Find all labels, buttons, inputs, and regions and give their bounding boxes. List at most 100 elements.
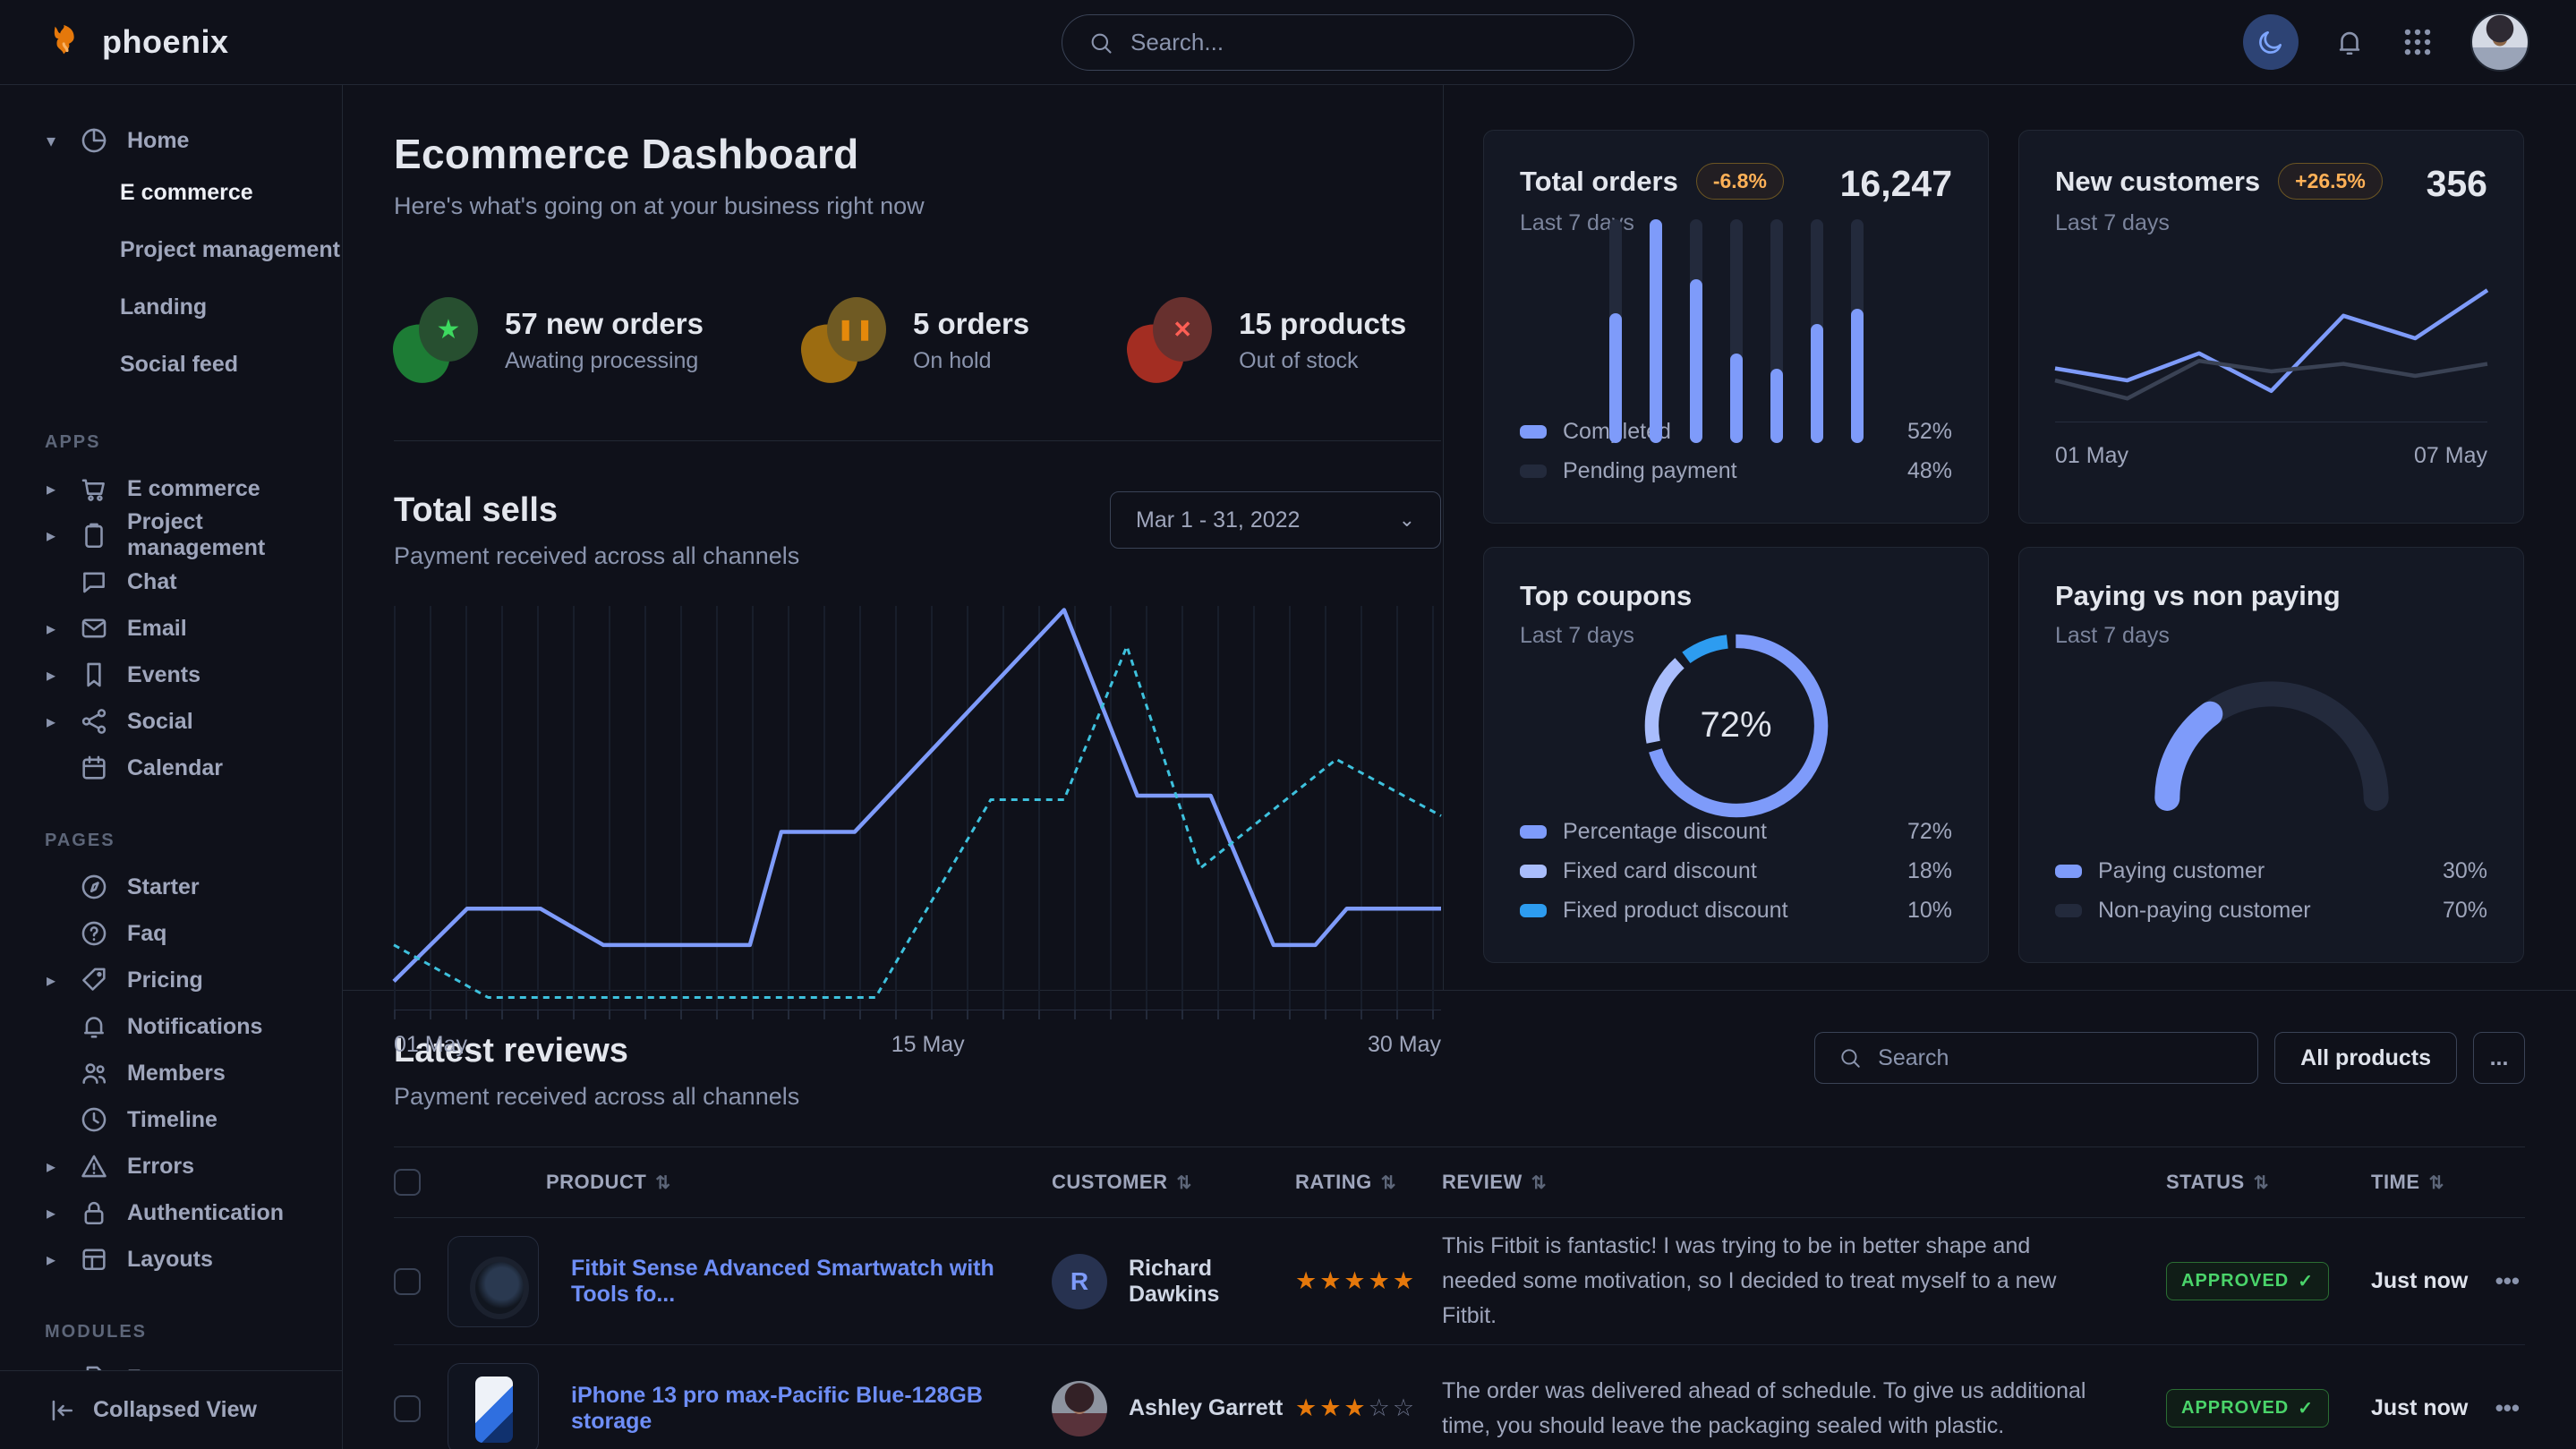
product-link[interactable]: iPhone 13 pro max-Pacific Blue-128GB sto… [571, 1383, 1052, 1435]
card-subtitle: Last 7 days [2055, 210, 2383, 236]
more-options-button[interactable]: ... [2473, 1032, 2525, 1084]
row-checkbox[interactable] [394, 1268, 421, 1295]
product-link[interactable]: Fitbit Sense Advanced Smartwatch with To… [571, 1256, 1052, 1308]
brand-logo[interactable]: phoenix [47, 21, 229, 63]
review-text: This Fitbit is fantastic! I was trying t… [1442, 1229, 2166, 1333]
sidebar-item-label: Errors [127, 1154, 194, 1180]
stat-value: 15 products [1239, 307, 1406, 341]
sidebar-subitem-e-commerce[interactable]: E commerce [0, 164, 342, 221]
notifications-button[interactable] [2334, 24, 2365, 60]
legend-row: Fixed product discount 10% [1520, 891, 1952, 930]
sidebar-item-faq[interactable]: Faq [0, 910, 342, 957]
divider [394, 440, 1441, 441]
paying-legend: Paying customer 30% Non-paying customer … [2055, 851, 2487, 930]
total-sells-chart [394, 606, 1441, 1010]
row-more-button[interactable]: ••• [2481, 1394, 2525, 1422]
reviews-table: PRODUCT⇅ CUSTOMER⇅ RATING⇅ REVIEW⇅ STATU… [394, 1146, 2525, 1449]
legend-swatch [1520, 825, 1547, 839]
sidebar-item-label: Project management [127, 509, 342, 561]
review-time: Just now [2371, 1268, 2481, 1294]
page-title: Ecommerce Dashboard [394, 130, 1443, 178]
order-bar [1650, 219, 1662, 443]
sidebar-item-calendar[interactable]: Calendar [0, 745, 342, 791]
sidebar-item-e-commerce[interactable]: ▸ E commerce [0, 465, 342, 512]
reviews-search-input[interactable] [1878, 1045, 2238, 1071]
global-search[interactable] [1062, 14, 1634, 71]
sidebar-item-pricing[interactable]: ▸ Pricing [0, 957, 342, 1003]
column-header-status[interactable]: STATUS⇅ [2166, 1171, 2371, 1194]
customer-avatar[interactable]: R [1052, 1254, 1107, 1309]
sidebar-section-title: APPS [0, 393, 342, 465]
compass-icon [79, 872, 109, 902]
sidebar-section-title: MODULES [0, 1283, 342, 1355]
date-range-select[interactable]: Mar 1 - 31, 2022 ⌄ [1110, 491, 1441, 549]
order-bar [1609, 219, 1622, 443]
row-checkbox[interactable] [394, 1395, 421, 1422]
sidebar-item-social[interactable]: ▸ Social [0, 698, 342, 745]
legend-row: Fixed card discount 18% [1520, 851, 1952, 891]
sidebar: ▾ HomeE commerceProject managementLandin… [0, 85, 343, 1449]
sidebar-item-label: E commerce [127, 476, 260, 502]
sidebar-item-starter[interactable]: Starter [0, 864, 342, 910]
sidebar-subitem-project-management[interactable]: Project management [0, 221, 342, 278]
stat-sublabel: On hold [913, 348, 1029, 374]
sidebar-item-label: Notifications [127, 1014, 262, 1040]
top-navbar: phoenix [0, 0, 2576, 85]
legend-label: Non-paying customer [2098, 898, 2311, 924]
user-avatar[interactable] [2470, 13, 2529, 72]
table-row[interactable]: iPhone 13 pro max-Pacific Blue-128GB sto… [394, 1345, 2525, 1449]
sidebar-item-timeline[interactable]: Timeline [0, 1096, 342, 1143]
rating-stars: ★★★☆☆ [1295, 1394, 1417, 1421]
sidebar-subitem-landing[interactable]: Landing [0, 278, 342, 336]
product-thumbnail[interactable] [448, 1363, 539, 1449]
caret-right-icon: ▸ [41, 1249, 61, 1271]
sidebar-item-layouts[interactable]: ▸ Layouts [0, 1236, 342, 1283]
dark-mode-toggle[interactable] [2243, 14, 2299, 70]
sidebar-section-title: PAGES [0, 791, 342, 864]
customer-avatar[interactable] [1052, 1381, 1107, 1436]
stat-warning: ❚❚ 5 orders On hold [802, 297, 1029, 383]
sidebar-item-members[interactable]: Members [0, 1050, 342, 1096]
legend-value: 18% [1907, 858, 1952, 884]
reviews-search[interactable] [1814, 1032, 2258, 1084]
sidebar-item-label: Authentication [127, 1200, 284, 1226]
column-header-rating[interactable]: RATING⇅ [1295, 1171, 1442, 1194]
select-all-checkbox[interactable] [394, 1169, 421, 1196]
row-more-button[interactable]: ••• [2481, 1267, 2525, 1295]
legend-swatch [1520, 865, 1547, 878]
rating-stars: ★★★★★ [1295, 1267, 1417, 1294]
status-badge: APPROVED ✓ [2166, 1262, 2329, 1300]
column-header-customer[interactable]: CUSTOMER⇅ [1052, 1171, 1295, 1194]
card-title: New customers [2055, 166, 2260, 198]
sidebar-item-home[interactable]: ▾ Home [0, 117, 342, 164]
sidebar-item-chat[interactable]: Chat [0, 558, 342, 605]
legend-value: 30% [2443, 858, 2487, 884]
cart-icon [79, 473, 109, 504]
sidebar-item-events[interactable]: ▸ Events [0, 652, 342, 698]
card-title: Total orders [1520, 166, 1678, 198]
sidebar-item-authentication[interactable]: ▸ Authentication [0, 1189, 342, 1236]
collapsed-view-toggle[interactable]: Collapsed View [0, 1370, 342, 1449]
all-products-button[interactable]: All products [2274, 1032, 2457, 1084]
stat-value: 5 orders [913, 307, 1029, 341]
global-search-input[interactable] [1130, 29, 1610, 56]
sidebar-item-label: Starter [127, 874, 200, 900]
product-thumbnail[interactable] [448, 1236, 539, 1327]
caret-right-icon: ▸ [41, 1155, 61, 1178]
card-title: Top coupons [1520, 580, 1692, 612]
sidebar-item-email[interactable]: ▸ Email [0, 605, 342, 652]
column-header-product[interactable]: PRODUCT⇅ [448, 1171, 1052, 1194]
apps-grid-button[interactable] [2401, 25, 2435, 59]
caret-right-icon: ▸ [41, 1202, 61, 1224]
sidebar-item-errors[interactable]: ▸ Errors [0, 1143, 342, 1189]
table-row[interactable]: Fitbit Sense Advanced Smartwatch with To… [394, 1218, 2525, 1345]
sidebar-item-forms[interactable]: ▸ Forms [0, 1355, 342, 1370]
sidebar-item-project-management[interactable]: ▸ Project management [0, 512, 342, 558]
column-header-review[interactable]: REVIEW⇅ [1442, 1171, 2166, 1194]
sidebar-subitem-social-feed[interactable]: Social feed [0, 336, 342, 393]
x-tick-label: 30 May [1368, 1032, 1441, 1058]
column-header-time[interactable]: TIME⇅ [2371, 1171, 2481, 1194]
sidebar-item-notifications[interactable]: Notifications [0, 1003, 342, 1050]
status-badge: APPROVED ✓ [2166, 1389, 2329, 1428]
warning-stat-icon: ❚❚ [802, 297, 888, 383]
